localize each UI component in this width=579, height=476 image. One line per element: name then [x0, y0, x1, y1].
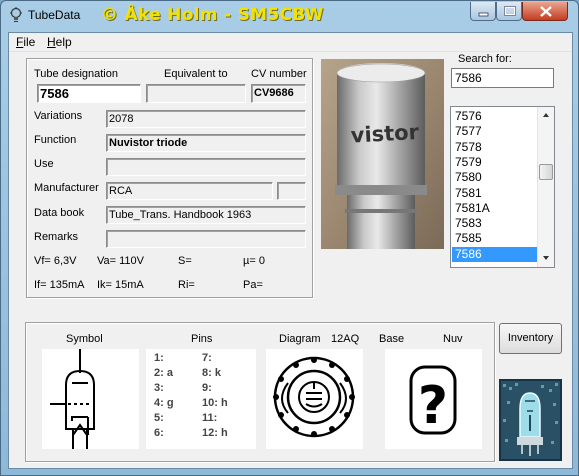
scroll-thumb[interactable]	[539, 164, 553, 180]
tube-photo: vistor	[321, 59, 444, 249]
mu-value: µ= 0	[243, 255, 265, 267]
scroll-up-icon[interactable]	[538, 107, 554, 123]
graphics-group: Symbol Pins Diagram 12AQ Base Nuv 1: 2: …	[25, 322, 495, 462]
copyright-banner: © Åke Holm - SM5CBW	[101, 5, 324, 25]
menu-file-rest: ile	[23, 35, 36, 49]
pa-value: Pa=	[243, 279, 263, 291]
diagram-code: 12AQ	[331, 333, 360, 345]
list-item[interactable]: 7577	[452, 124, 537, 139]
function-label: Function	[34, 134, 77, 146]
list-item[interactable]: 7586	[452, 246, 537, 262]
pin-11: 11:	[202, 412, 218, 424]
diagram-label: Diagram	[279, 333, 321, 345]
inventory-button[interactable]: Inventory	[499, 323, 562, 354]
pin-12: 12: h	[202, 427, 228, 439]
manufacturer-field[interactable]: RCA	[106, 182, 273, 200]
client-area: File Help Tube designation Equivalent to…	[8, 32, 573, 469]
app-window: TubeData © Åke Holm - SM5CBW File Help T…	[0, 0, 579, 476]
close-icon	[540, 6, 552, 17]
maximize-icon	[504, 6, 516, 16]
manufacturer-label: Manufacturer	[34, 182, 99, 194]
function-field[interactable]: Nuvistor triode	[106, 134, 306, 152]
use-field[interactable]	[106, 158, 306, 176]
list-item[interactable]: 7578	[452, 140, 537, 155]
manufacturer-code-field[interactable]	[277, 182, 306, 200]
list-item[interactable]: 7581A	[452, 201, 537, 216]
pins-panel: 1: 2: a 3: 4: g 5: 6: 7: 8: k 9: 10: h 1…	[146, 349, 256, 449]
base-code: Nuv	[443, 333, 463, 345]
pin-6: 6:	[154, 427, 164, 439]
tube-list[interactable]: 7576 7577 7578 7579 7580 7581 7581A 7583 7585 758…	[450, 106, 555, 268]
pin-1: 1:	[154, 352, 164, 364]
pin-2: 2: a	[154, 367, 173, 379]
variations-field[interactable]: 2078	[106, 110, 306, 128]
remarks-field[interactable]	[106, 230, 306, 248]
variations-label: Variations	[34, 110, 83, 122]
pin-5: 5:	[154, 412, 164, 424]
list-item[interactable]: 7579	[452, 155, 537, 170]
base-diagram-icon	[273, 356, 355, 438]
search-input[interactable]: 7586	[451, 68, 554, 88]
va-value: Va= 110V	[97, 255, 144, 267]
list-item[interactable]: 7576	[452, 109, 537, 124]
equivalent-field[interactable]	[146, 84, 246, 103]
symbol-panel	[42, 349, 139, 449]
pin-9: 9:	[202, 382, 212, 394]
search-label: Search for:	[458, 53, 512, 65]
pin-7: 7:	[202, 352, 212, 364]
tube-logo	[499, 379, 562, 461]
list-item[interactable]: 7581	[452, 186, 537, 201]
pin-10: 10: h	[202, 397, 228, 409]
menu-help-key: H	[47, 35, 56, 49]
menu-bar: File Help	[9, 33, 572, 52]
databook-field[interactable]: Tube_Trans. Handbook 1963	[106, 206, 306, 224]
window-title: TubeData	[28, 8, 81, 22]
use-label: Use	[34, 158, 54, 170]
pin-8: 8: k	[202, 367, 221, 379]
tube-info-group: Tube designation Equivalent to CV number…	[26, 58, 313, 298]
list-item[interactable]: 7585	[452, 231, 537, 246]
list-item[interactable]: 7580	[452, 170, 537, 185]
symbol-label: Symbol	[66, 333, 103, 345]
menu-help[interactable]: Help	[47, 35, 72, 49]
base-panel: ?	[385, 349, 482, 449]
cv-number-field[interactable]: CV9686	[251, 84, 306, 103]
triode-symbol-icon	[50, 349, 95, 449]
list-scrollbar[interactable]	[537, 107, 554, 267]
minimize-icon	[478, 12, 489, 17]
if-value: If= 135mA	[34, 279, 85, 291]
scroll-down-icon[interactable]	[538, 250, 554, 266]
vf-value: Vf= 6,3V	[34, 255, 77, 267]
tube-logo-icon	[499, 379, 562, 461]
title-bar[interactable]: TubeData © Åke Holm - SM5CBW	[1, 1, 578, 29]
tube-designation-label: Tube designation	[34, 68, 118, 80]
remarks-label: Remarks	[34, 231, 79, 243]
minimize-button[interactable]	[470, 2, 496, 21]
databook-label: Data book	[34, 207, 85, 219]
unknown-base-icon: ?	[409, 365, 457, 436]
cv-number-label: CV number	[251, 68, 307, 80]
list-item[interactable]: 7583	[452, 216, 537, 231]
ri-value: Ri=	[178, 279, 195, 291]
menu-file[interactable]: File	[16, 35, 35, 49]
pins-label: Pins	[191, 333, 213, 345]
close-button[interactable]	[522, 2, 568, 21]
tube-photo-text: vistor	[350, 120, 420, 148]
lightbulb-icon	[10, 7, 22, 22]
pin-3: 3:	[154, 382, 164, 394]
equivalent-label: Equivalent to	[164, 68, 228, 80]
diagram-panel	[266, 349, 363, 449]
s-value: S=	[178, 255, 192, 267]
ik-value: Ik= 15mA	[97, 279, 144, 291]
svg-text:?: ?	[418, 376, 448, 436]
base-label: Base	[379, 333, 405, 345]
maximize-button[interactable]	[496, 2, 522, 21]
menu-help-rest: elp	[55, 35, 72, 49]
pin-4: 4: g	[154, 397, 174, 409]
tube-designation-field[interactable]: 7586	[37, 84, 141, 103]
